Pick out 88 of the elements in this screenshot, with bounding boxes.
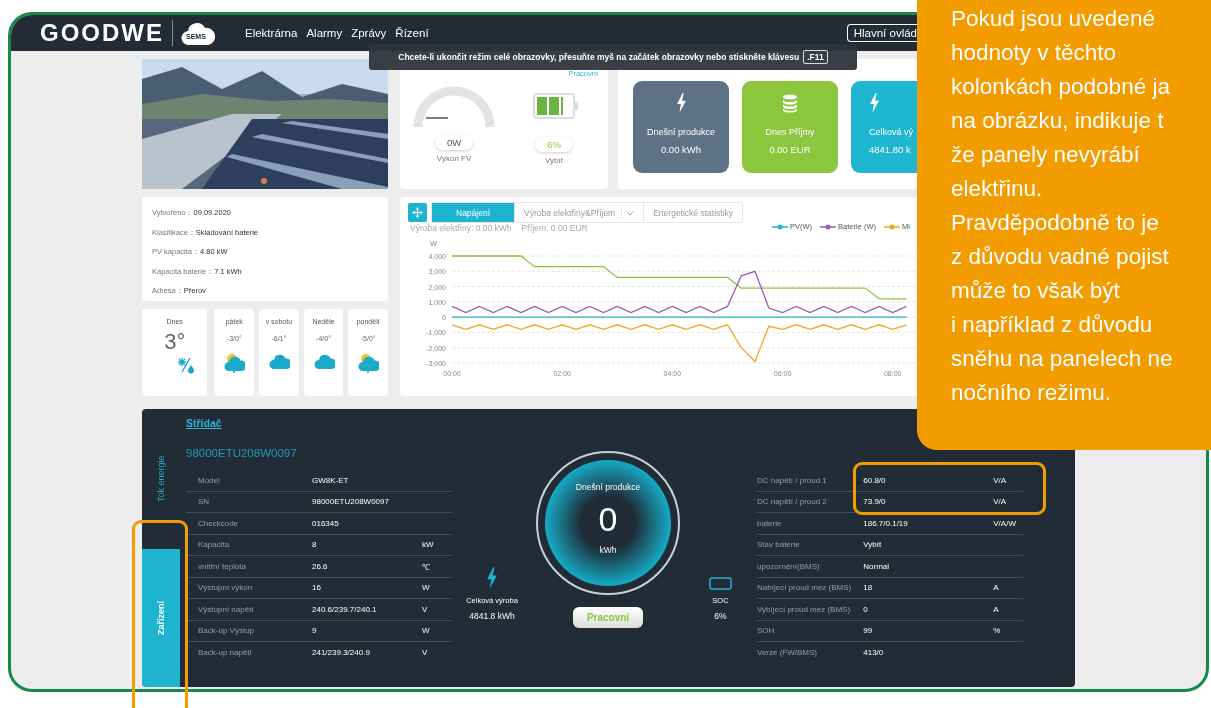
row-label: SOH bbox=[757, 620, 852, 642]
logo-text: GOODWE bbox=[40, 19, 164, 47]
row-unit: V bbox=[422, 604, 428, 614]
row-value: GW8K-ET bbox=[300, 470, 410, 491]
key-label: .F11 bbox=[803, 50, 828, 64]
row-value: 8 bbox=[300, 534, 410, 556]
card-value: 0.00 EUR bbox=[769, 144, 811, 155]
soc-value: 6% bbox=[714, 611, 727, 621]
nav-link[interactable]: Alarmy bbox=[306, 27, 343, 39]
row-unit: ℃ bbox=[422, 562, 430, 572]
summary-text: Výroba elektřiny: 0.00 kWh bbox=[410, 223, 512, 233]
row-label: Verze (FW/BMS) bbox=[757, 641, 852, 663]
row-label: baterie bbox=[757, 512, 852, 534]
battery-icon bbox=[709, 577, 732, 590]
row-label: Výstupní napětí bbox=[186, 598, 300, 620]
row-value: 186.7/0.1/19 bbox=[851, 512, 982, 534]
row-unit: V/A bbox=[993, 475, 1007, 485]
row-value: 26.6 bbox=[300, 555, 410, 577]
card-title: Dnešní produkce bbox=[646, 127, 715, 137]
nav-link[interactable]: Zprávy bbox=[351, 27, 387, 39]
row-unit: V/A bbox=[993, 497, 1007, 507]
sun-cloud-icon bbox=[223, 351, 246, 373]
row-value: 0 bbox=[851, 598, 982, 620]
row-value: 016345 bbox=[300, 512, 410, 534]
row-value: Vybít bbox=[851, 534, 982, 556]
serial-number: 98000ETU208W0097 bbox=[186, 447, 298, 461]
row-label: Back-up Výstup bbox=[186, 620, 300, 642]
battery-icon bbox=[533, 93, 575, 119]
row-label: Checkcode bbox=[186, 512, 300, 534]
row-value: 9 bbox=[300, 620, 410, 642]
row-unit: W bbox=[422, 626, 430, 636]
row-label: DC napětí / proud 2 bbox=[757, 491, 852, 513]
row-label: Nabíjecí proud mez (BMS) bbox=[757, 577, 852, 599]
total-value: 4841.8 kWh bbox=[469, 611, 515, 621]
row-label: Kapacita bbox=[186, 534, 300, 556]
row-value: 18 bbox=[851, 577, 982, 599]
battery-label: Vybít bbox=[545, 156, 563, 165]
lightning-icon bbox=[675, 93, 687, 113]
row-value: 240.6/239.7/240.1 bbox=[300, 598, 410, 620]
row-value: 98000ETU208W0097 bbox=[300, 491, 410, 513]
row-label: upozornění(BMS) bbox=[757, 555, 852, 577]
inverter-link[interactable]: Střídač bbox=[186, 417, 222, 429]
row-label: Stav baterie bbox=[757, 534, 852, 556]
row-unit: % bbox=[993, 626, 1001, 636]
card-title: Dnes Příjmy bbox=[765, 127, 815, 137]
row-unit: kW bbox=[422, 540, 434, 550]
row-label: SN bbox=[186, 491, 300, 513]
card-title: Celková vý bbox=[869, 127, 913, 137]
notice-text: Chcete-li ukončit režim celé obrazovky, přesuňte myš na začátek obrazovky nebo stiskněte klávesu bbox=[398, 52, 800, 62]
dial-label: Dnešní produkce bbox=[575, 482, 641, 492]
row-value: Normal bbox=[851, 555, 982, 577]
row-unit: V/A/W bbox=[993, 518, 1016, 528]
nav-link[interactable]: Řízení bbox=[395, 27, 429, 39]
dial-value: 0 bbox=[598, 500, 618, 539]
row-label: Model bbox=[186, 470, 300, 491]
side-tab[interactable]: Tok energie bbox=[142, 409, 180, 549]
temperature: 3° bbox=[164, 329, 186, 355]
row-unit: V bbox=[422, 647, 428, 657]
row-unit: A bbox=[993, 583, 999, 593]
row-value: 241/239.3/240.9 bbox=[300, 641, 410, 663]
coins-icon bbox=[780, 93, 800, 113]
summary-text: Příjem: 0.00 EUR bbox=[521, 223, 588, 233]
row-value: 413/0 bbox=[851, 641, 982, 663]
lightning-icon bbox=[486, 566, 498, 590]
power-reading: 0W bbox=[434, 135, 474, 150]
move-button[interactable] bbox=[408, 203, 427, 222]
dial-unit: kWh bbox=[599, 545, 617, 555]
row-label: DC napětí / proud 1 bbox=[757, 470, 852, 491]
caret-icon bbox=[626, 210, 635, 216]
snow-rain-icon bbox=[175, 355, 196, 375]
row-value: 16 bbox=[300, 577, 410, 599]
row-unit: A bbox=[993, 604, 999, 614]
battery-reading: 6% bbox=[535, 137, 573, 152]
row-unit: W bbox=[422, 583, 430, 593]
card-value: 0.00 kWh bbox=[660, 144, 702, 155]
nav-link[interactable]: Elektrárna bbox=[245, 27, 298, 39]
move-icon bbox=[412, 207, 423, 218]
row-label: vnitřní teplota bbox=[186, 555, 300, 577]
row-value: 60.8/0 bbox=[851, 470, 982, 491]
row-label: Výstupní výkon bbox=[186, 577, 300, 599]
row-label: Vybíjecí proud mez (BMS) bbox=[757, 598, 852, 620]
sun-cloud-icon bbox=[357, 351, 380, 373]
row-value: 73.9/0 bbox=[851, 491, 982, 513]
card-value: 4841.80 k bbox=[869, 144, 911, 155]
power-label: Výkon FV bbox=[436, 154, 472, 163]
callout-text: Pokud jsou uvedené hodnoty v těchto kolonkách podobné ja na obrázku, indikuje t že panely nevyrábí elektřinu. Pravděpodobně to je z důvodu vadné pojist může to však být i například z důvodu sněhu na panelech ne nočního režimu. bbox=[951, 5, 1173, 407]
row-value: 99 bbox=[851, 620, 982, 642]
row-label: Back-up napětí bbox=[186, 641, 300, 663]
